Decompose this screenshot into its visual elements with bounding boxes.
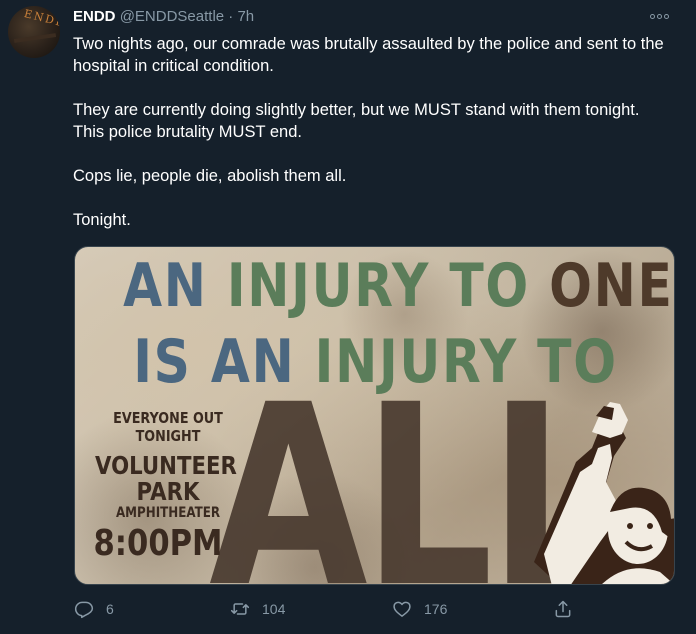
display-name[interactable]: ENDD [73,8,116,25]
timestamp[interactable]: 7h [237,8,254,25]
avatar[interactable]: ENDD [8,6,60,58]
retweet-icon [230,603,250,615]
poster-big-word: ALL [209,351,619,585]
tweet-paragraph: Tonight. [73,211,131,229]
poster-venue-line-2: PARK [136,477,200,506]
like-button[interactable]: 176 [392,596,447,622]
poster-word: INJURY [226,251,431,321]
poster-word: IS [133,327,192,397]
separator-dot: · [228,8,234,25]
raised-fist-figure-illustration [534,402,674,584]
retweet-button[interactable]: 104 [230,596,285,622]
poster-word: TO [449,251,530,321]
like-icon [393,601,411,617]
tweet: ENDD ENDD @ENDDSeattle · 7h Two nights a… [0,0,696,634]
tweet-header: ENDD @ENDDSeattle · 7h [73,7,254,29]
tweet-paragraph: Cops lie, people die, abolish them all. [73,167,347,185]
tweet-paragraph: They are currently doing slightly better… [73,101,640,141]
user-handle[interactable]: @ENDDSeattle [120,8,224,25]
poster-tonight: TONIGHT [135,427,201,445]
tweet-text: Two nights ago, our comrade was brutally… [73,33,673,231]
poster-everyone-out: EVERYONE OUT [113,409,223,427]
share-button[interactable] [553,596,573,622]
share-icon [555,600,571,618]
tweet-image[interactable]: AN INJURY TO ONE IS AN INJURY TO ALL EVE… [74,246,675,585]
more-options-icon[interactable] [650,9,674,23]
poster-time: 8:00PM [93,523,223,564]
avatar-lettering: ENDD [22,7,60,31]
reply-button[interactable]: 6 [74,596,114,622]
more-dot [657,13,662,19]
poster-word: AN [123,251,208,321]
like-count: 176 [424,601,448,617]
poster-venue-line-1: VOLUNTEER [95,451,237,480]
poster-word: ONE [549,251,674,321]
poster-headline-line-1: AN INJURY TO ONE [123,251,672,321]
reply-icon [74,601,94,619]
retweet-count: 104 [262,601,286,617]
poster-venue-line-3: AMPHITHEATER [115,505,221,521]
more-dot [664,13,669,19]
reply-count: 6 [106,601,114,617]
tweet-actions: 6 104 176 [0,596,696,624]
more-dot [650,13,655,19]
tweet-paragraph: Two nights ago, our comrade was brutally… [73,35,664,75]
